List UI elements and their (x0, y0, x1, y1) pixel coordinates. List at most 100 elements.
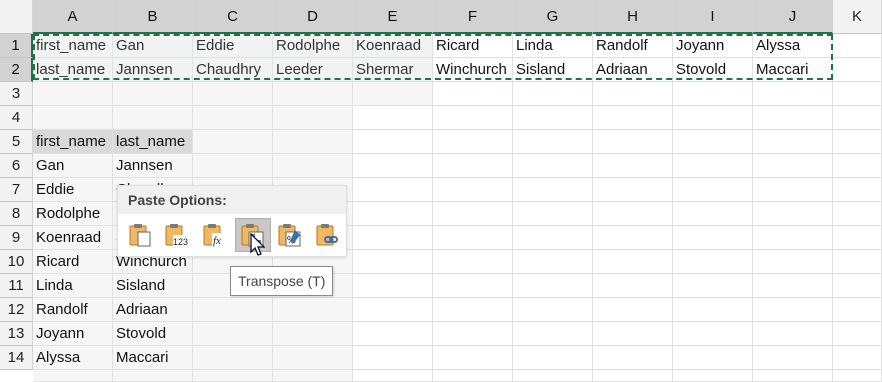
cell-f4[interactable] (433, 106, 513, 130)
row-header-7[interactable]: 7 (0, 178, 33, 202)
cell-i15[interactable] (673, 370, 753, 382)
cell-a5[interactable]: first_name (33, 130, 113, 154)
column-header-k[interactable]: K (833, 0, 882, 34)
cell-d5[interactable] (273, 130, 353, 154)
cell-e14[interactable] (353, 346, 433, 370)
cell-h10[interactable] (593, 250, 673, 274)
cell-e10[interactable] (353, 250, 433, 274)
cell-b3[interactable] (113, 82, 193, 106)
cell-j14[interactable] (753, 346, 833, 370)
row-header-11[interactable]: 11 (0, 274, 33, 298)
column-header-b[interactable]: B (113, 0, 193, 34)
cell-j13[interactable] (753, 322, 833, 346)
cell-e11[interactable] (353, 274, 433, 298)
cell-a8[interactable]: Rodolphe (33, 202, 113, 226)
cell-j6[interactable] (753, 154, 833, 178)
cell-h3[interactable] (593, 82, 673, 106)
row-header-1[interactable]: 1 (0, 34, 33, 58)
column-header-j[interactable]: J (753, 0, 833, 34)
cell-b6[interactable]: Jannsen (113, 154, 193, 178)
cell-f11[interactable] (433, 274, 513, 298)
cell-k6[interactable] (833, 154, 882, 178)
column-header-c[interactable]: C (193, 0, 273, 34)
cell-k1[interactable] (833, 34, 882, 58)
cell-g6[interactable] (513, 154, 593, 178)
cell-c2[interactable]: Chaudhry (193, 58, 273, 82)
cell-c5[interactable] (193, 130, 273, 154)
paste-formulas-button[interactable]: fx (197, 218, 233, 252)
cell-j3[interactable] (753, 82, 833, 106)
cell-e5[interactable] (353, 130, 433, 154)
cell-g10[interactable] (513, 250, 593, 274)
select-all-corner[interactable] (0, 0, 33, 34)
cell-f14[interactable] (433, 346, 513, 370)
cell-f10[interactable] (433, 250, 513, 274)
column-header-h[interactable]: H (593, 0, 673, 34)
cell-g15[interactable] (513, 370, 593, 382)
cell-g13[interactable] (513, 322, 593, 346)
row-header-14[interactable]: 14 (0, 346, 33, 370)
cell-b14[interactable]: Maccari (113, 346, 193, 370)
cell-k13[interactable] (833, 322, 882, 346)
cell-a1[interactable]: first_name (33, 34, 113, 58)
cell-j9[interactable] (753, 226, 833, 250)
cell-e12[interactable] (353, 298, 433, 322)
column-header-d[interactable]: D (273, 0, 353, 34)
cell-g2[interactable]: Sisland (513, 58, 593, 82)
cell-j7[interactable] (753, 178, 833, 202)
cell-j12[interactable] (753, 298, 833, 322)
cell-i8[interactable] (673, 202, 753, 226)
cell-d14[interactable] (273, 346, 353, 370)
cell-e7[interactable] (353, 178, 433, 202)
cell-c4[interactable] (193, 106, 273, 130)
cell-b5[interactable]: last_name (113, 130, 193, 154)
cell-b2[interactable]: Jannsen (113, 58, 193, 82)
cell-d3[interactable] (273, 82, 353, 106)
cell-j8[interactable] (753, 202, 833, 226)
cell-g8[interactable] (513, 202, 593, 226)
row-header-5[interactable]: 5 (0, 130, 33, 154)
cell-a10[interactable]: Ricard (33, 250, 113, 274)
paste-values-button[interactable]: 123 (160, 218, 196, 252)
row-header-8[interactable]: 8 (0, 202, 33, 226)
cell-i4[interactable] (673, 106, 753, 130)
cell-c3[interactable] (193, 82, 273, 106)
cell-k9[interactable] (833, 226, 882, 250)
cell-d4[interactable] (273, 106, 353, 130)
cell-a15[interactable] (33, 370, 113, 382)
cell-d6[interactable] (273, 154, 353, 178)
cell-h11[interactable] (593, 274, 673, 298)
column-header-f[interactable]: F (433, 0, 513, 34)
cell-a4[interactable] (33, 106, 113, 130)
cell-h8[interactable] (593, 202, 673, 226)
cell-h9[interactable] (593, 226, 673, 250)
cell-f7[interactable] (433, 178, 513, 202)
cell-f6[interactable] (433, 154, 513, 178)
cell-e8[interactable] (353, 202, 433, 226)
cell-i5[interactable] (673, 130, 753, 154)
cell-a11[interactable]: Linda (33, 274, 113, 298)
cell-k8[interactable] (833, 202, 882, 226)
column-header-a[interactable]: A (33, 0, 113, 34)
paste-link-button[interactable] (310, 218, 346, 252)
cell-f12[interactable] (433, 298, 513, 322)
cell-g3[interactable] (513, 82, 593, 106)
cell-h6[interactable] (593, 154, 673, 178)
cell-a3[interactable] (33, 82, 113, 106)
cell-e1[interactable]: Koenraad (353, 34, 433, 58)
cell-k12[interactable] (833, 298, 882, 322)
cell-b15[interactable] (113, 370, 193, 382)
cell-d1[interactable]: Rodolphe (273, 34, 353, 58)
paste-button[interactable] (122, 218, 158, 252)
cell-b13[interactable]: Stovold (113, 322, 193, 346)
cell-h15[interactable] (593, 370, 673, 382)
row-header-13[interactable]: 13 (0, 322, 33, 346)
cell-h2[interactable]: Adriaan (593, 58, 673, 82)
cell-i10[interactable] (673, 250, 753, 274)
cell-i14[interactable] (673, 346, 753, 370)
cell-k4[interactable] (833, 106, 882, 130)
cell-j2[interactable]: Maccari (753, 58, 833, 82)
cell-h5[interactable] (593, 130, 673, 154)
cell-g9[interactable] (513, 226, 593, 250)
cell-e2[interactable]: Shermar (353, 58, 433, 82)
